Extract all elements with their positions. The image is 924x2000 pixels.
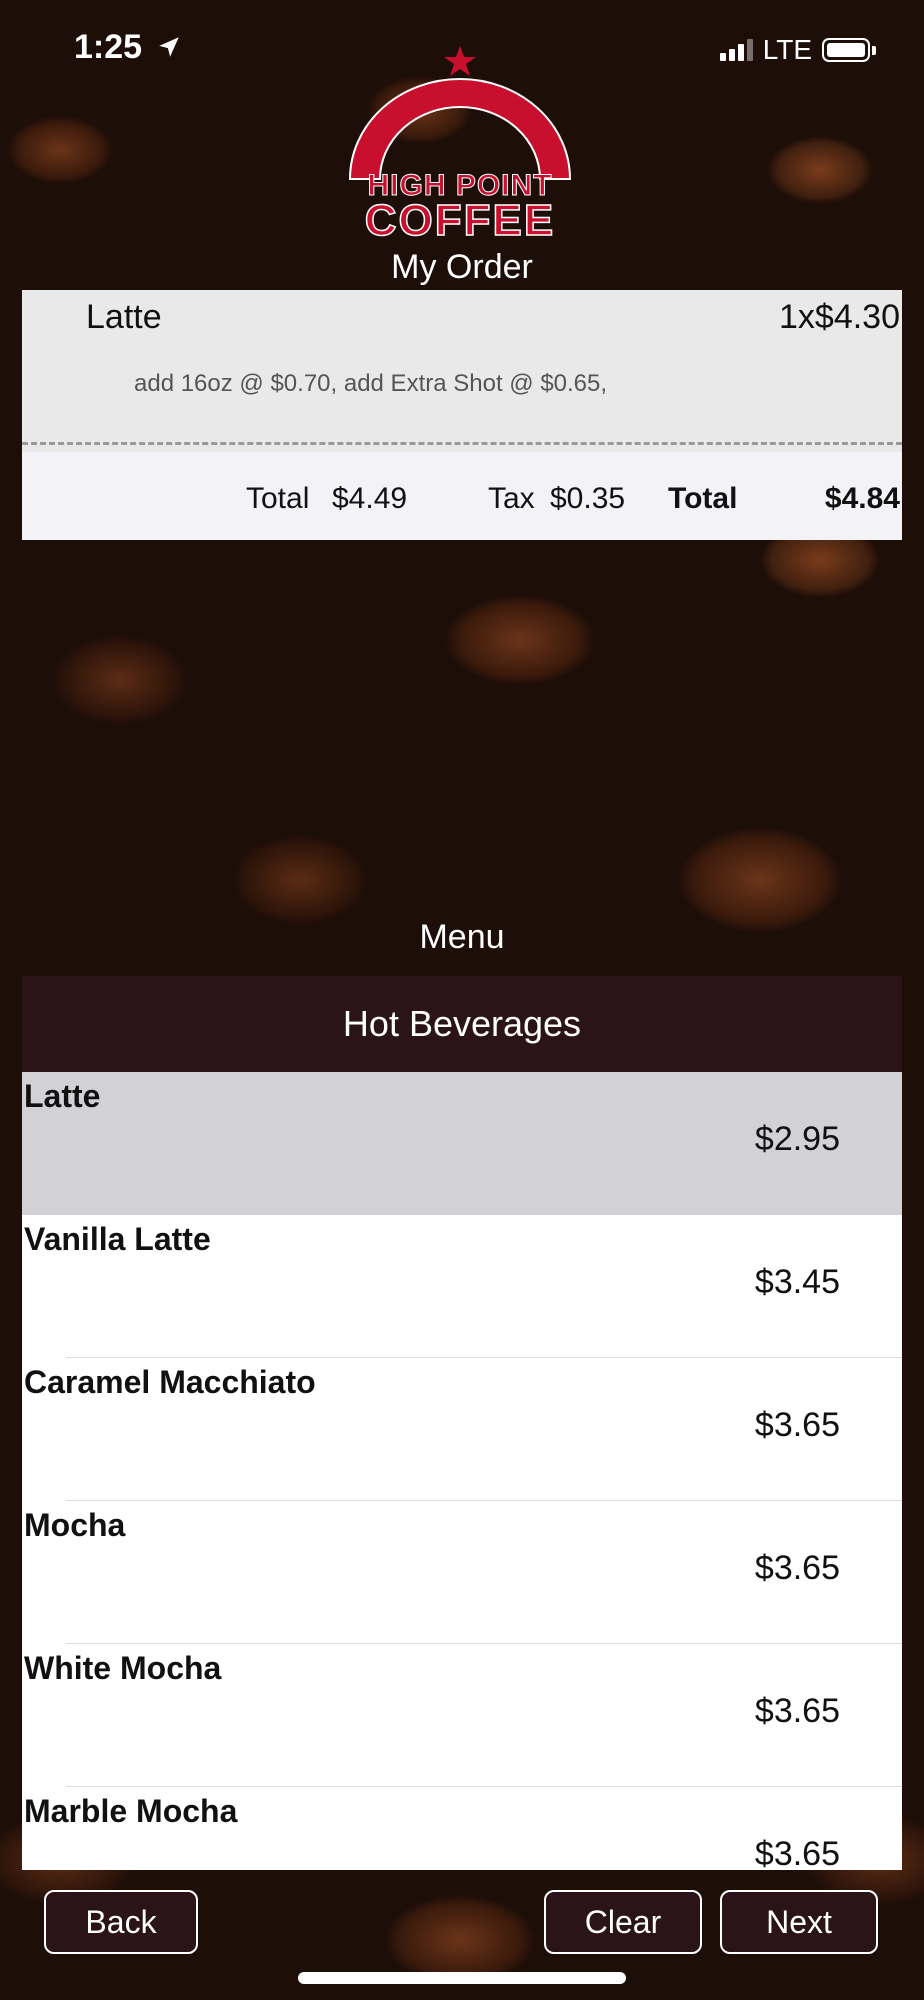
subtotal-label: Total	[246, 482, 310, 515]
menu-item-latte[interactable]: Latte $2.95	[22, 1072, 902, 1215]
location-arrow-icon	[158, 37, 179, 57]
clear-button[interactable]: Clear	[544, 1890, 702, 1954]
total-label: Total	[668, 482, 738, 515]
cellular-signal-icon	[719, 39, 753, 61]
menu-item-name: Marble Mocha	[24, 1793, 238, 1829]
menu-item-price: $3.65	[754, 1692, 840, 1730]
status-time: 1:25	[74, 28, 182, 67]
menu-item-white-mocha[interactable]: White Mocha $3.65	[22, 1644, 902, 1787]
tax-label: Tax	[488, 482, 535, 515]
menu-item-name: Vanilla Latte	[24, 1221, 211, 1257]
tax-value: $0.35	[550, 482, 626, 515]
order-divider	[22, 442, 902, 445]
menu-item-name: White Mocha	[24, 1650, 222, 1686]
menu-item-price: $3.65	[754, 1835, 840, 1870]
battery-icon	[822, 38, 870, 62]
menu-item-mocha[interactable]: Mocha $3.65	[22, 1501, 902, 1644]
logo-text-coffee: COFFEE	[364, 195, 556, 246]
status-indicators: LTE	[719, 34, 876, 66]
menu-item-name: Mocha	[24, 1507, 126, 1543]
brand-logo: HIGH POINT COFFEE	[335, 44, 585, 252]
order-totals: Total $4.49 Tax $0.35 Total $4.84	[22, 452, 902, 540]
subtotal-value: $4.49	[332, 482, 408, 515]
menu-title: Menu	[419, 918, 505, 956]
menu-item-name: Caramel Macchiato	[24, 1364, 316, 1400]
menu-item-price: $3.65	[754, 1406, 840, 1444]
network-type: LTE	[762, 34, 812, 65]
order-item-modifiers: add 16oz @ $0.70, add Extra Shot @ $0.65…	[134, 370, 608, 397]
category-header[interactable]: Hot Beverages	[22, 976, 902, 1072]
menu-item-price: $3.45	[754, 1263, 840, 1301]
next-button[interactable]: Next	[720, 1890, 878, 1954]
back-button[interactable]: Back	[44, 1890, 198, 1954]
home-indicator[interactable]	[298, 1972, 626, 1984]
my-order-title: My Order	[391, 248, 533, 286]
menu-item-price: $3.65	[754, 1549, 840, 1587]
order-item-name[interactable]: Latte	[86, 298, 162, 337]
menu-item-vanilla-latte[interactable]: Vanilla Latte $3.45	[22, 1215, 902, 1358]
order-item-qty-price: 1x$4.30	[779, 298, 900, 336]
menu-item-name: Latte	[24, 1078, 101, 1114]
menu-item-price: $2.95	[754, 1120, 840, 1158]
menu-list: Hot Beverages Latte $2.95 Vanilla Latte …	[22, 976, 902, 1870]
menu-item-marble-mocha[interactable]: Marble Mocha $3.65	[22, 1787, 902, 1870]
order-summary: Latte 1x$4.30 add 16oz @ $0.70, add Extr…	[22, 290, 902, 540]
total-value: $4.84	[824, 482, 900, 515]
menu-item-caramel-macchiato[interactable]: Caramel Macchiato $3.65	[22, 1358, 902, 1501]
